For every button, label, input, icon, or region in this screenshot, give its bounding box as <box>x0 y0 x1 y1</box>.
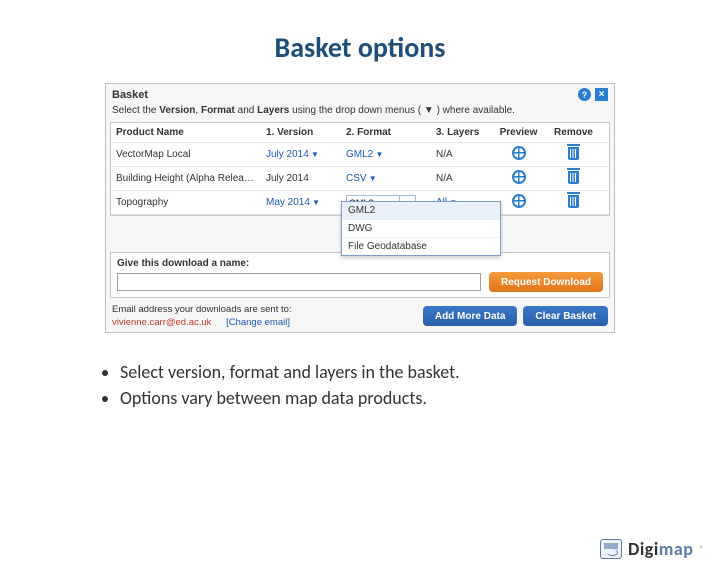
col-preview: Preview <box>491 124 546 141</box>
download-name-label: Give this download a name: <box>117 258 603 269</box>
cell-product: VectorMap Local <box>111 146 261 163</box>
brand-logo: Digimap ® <box>600 538 704 560</box>
remove-icon[interactable] <box>568 147 579 160</box>
clear-basket-button[interactable]: Clear Basket <box>523 306 608 326</box>
basket-heading: Basket <box>112 89 148 101</box>
dropdown-option[interactable]: GML2 <box>342 202 500 220</box>
dropdown-option[interactable]: File Geodatabase <box>342 238 500 255</box>
request-download-button[interactable]: Request Download <box>489 272 603 292</box>
col-layers: 3. Layers <box>431 124 491 141</box>
cell-layers: N/A <box>431 170 491 187</box>
format-dropdown[interactable]: CSV <box>346 173 377 184</box>
download-name-input[interactable] <box>117 273 481 291</box>
format-dropdown[interactable]: GML2 <box>346 149 383 160</box>
cell-product: Building Height (Alpha Relea… <box>111 170 261 187</box>
bullet-item: Select version, format and layers in the… <box>120 361 720 383</box>
table-header-row: Product Name 1. Version 2. Format 3. Lay… <box>111 123 609 143</box>
col-version: 1. Version <box>261 124 341 141</box>
preview-icon[interactable] <box>512 170 526 184</box>
registered-mark: ® <box>699 544 704 555</box>
download-name-section: Give this download a name: Request Downl… <box>110 252 610 298</box>
cell-product: Topography <box>111 194 261 211</box>
bullet-list: Select version, format and layers in the… <box>80 361 720 409</box>
basket-table: Product Name 1. Version 2. Format 3. Lay… <box>110 122 610 216</box>
close-icon[interactable]: × <box>595 88 608 101</box>
change-email-link[interactable]: [Change email] <box>226 317 290 328</box>
table-row: VectorMap Local July 2014 GML2 N/A <box>111 143 609 167</box>
brand-text-2: map <box>659 538 694 560</box>
version-dropdown[interactable]: July 2014 <box>266 149 319 160</box>
brand-text-1: Digi <box>628 538 659 560</box>
preview-icon[interactable] <box>512 194 526 208</box>
basket-panel: Basket ? × Select the Version, Format an… <box>105 83 615 333</box>
remove-icon[interactable] <box>568 171 579 184</box>
cell-layers: N/A <box>431 146 491 163</box>
bullet-item: Options vary between map data products. <box>120 387 720 409</box>
digimap-icon <box>600 539 622 559</box>
dropdown-option[interactable]: DWG <box>342 220 500 238</box>
basket-instruction: Select the Version, Format and Layers us… <box>106 103 614 122</box>
format-dropdown-list[interactable]: GML2 DWG File Geodatabase <box>341 201 501 256</box>
slide-title: Basket options <box>0 30 720 65</box>
help-icon[interactable]: ? <box>578 88 591 101</box>
cell-version: July 2014 <box>261 170 341 187</box>
email-value: vivienne.carr@ed.ac.uk [Change email] <box>112 317 292 328</box>
remove-icon[interactable] <box>568 195 579 208</box>
col-remove: Remove <box>546 124 601 141</box>
col-format: 2. Format <box>341 124 431 141</box>
version-dropdown[interactable]: May 2014 <box>266 197 320 208</box>
email-label: Email address your downloads are sent to… <box>112 304 292 315</box>
preview-icon[interactable] <box>512 146 526 160</box>
col-product: Product Name <box>111 124 261 141</box>
table-row: Building Height (Alpha Relea… July 2014 … <box>111 167 609 191</box>
add-more-data-button[interactable]: Add More Data <box>423 306 518 326</box>
